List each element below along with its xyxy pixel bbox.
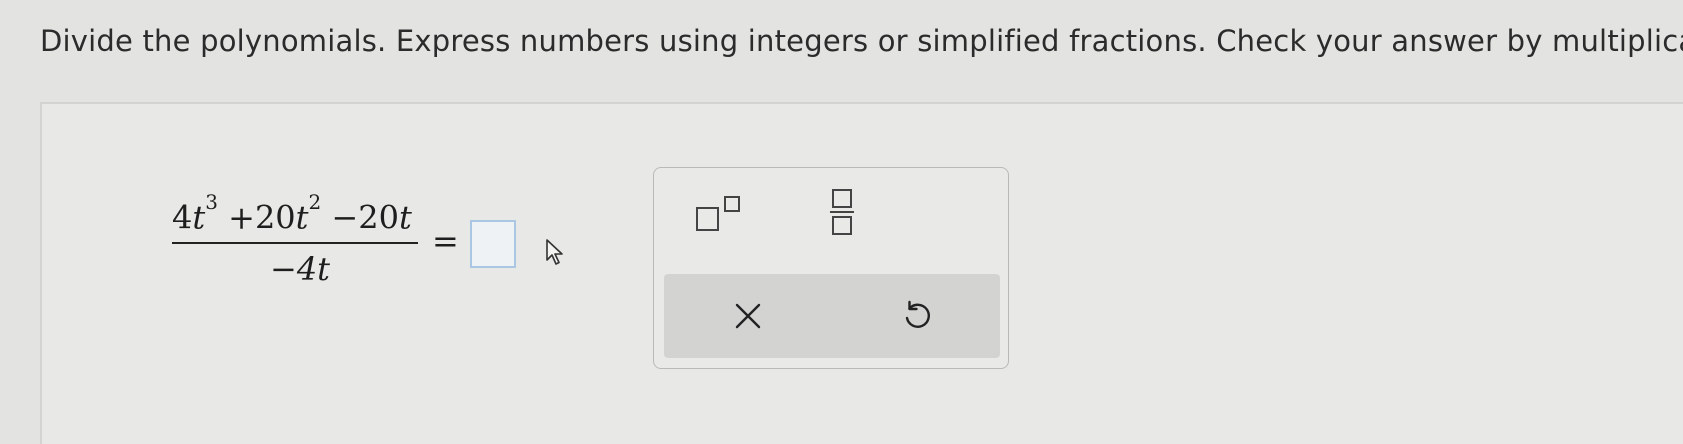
fraction-bar (172, 242, 418, 244)
numerator-term-2-variable: t (295, 198, 309, 237)
clear-button[interactable] (664, 274, 832, 358)
numerator-term-3-variable: t (398, 198, 412, 237)
numerator-term-1-coefficient: 4 (172, 198, 193, 237)
denominator: −4t (270, 250, 331, 288)
math-tool-palette (653, 167, 1009, 369)
undo-icon (905, 300, 930, 328)
numerator-term-2-coefficient: +20 (228, 198, 296, 237)
fraction-template-button[interactable] (824, 186, 860, 238)
question-instruction: Divide the polynomials. Express numbers … (40, 24, 1683, 58)
numerator-term-1-variable: t (192, 198, 206, 237)
numerator-term-1-exponent: 3 (205, 190, 218, 214)
numerator-term-3-coefficient: −20 (331, 198, 399, 237)
exponent-template-icon (696, 196, 740, 231)
fraction-template-icon (830, 189, 854, 235)
mouse-pointer-icon (546, 239, 563, 265)
undo-button[interactable] (832, 274, 1000, 358)
exponent-template-button[interactable] (694, 194, 754, 234)
equals-sign: = (432, 222, 459, 260)
answer-input[interactable] (470, 220, 516, 268)
numerator-term-2-exponent: 2 (308, 190, 322, 214)
numerator: 4t3 +20t2 −20t (172, 190, 412, 237)
action-bar (664, 274, 1000, 358)
clear-icon (735, 303, 761, 329)
